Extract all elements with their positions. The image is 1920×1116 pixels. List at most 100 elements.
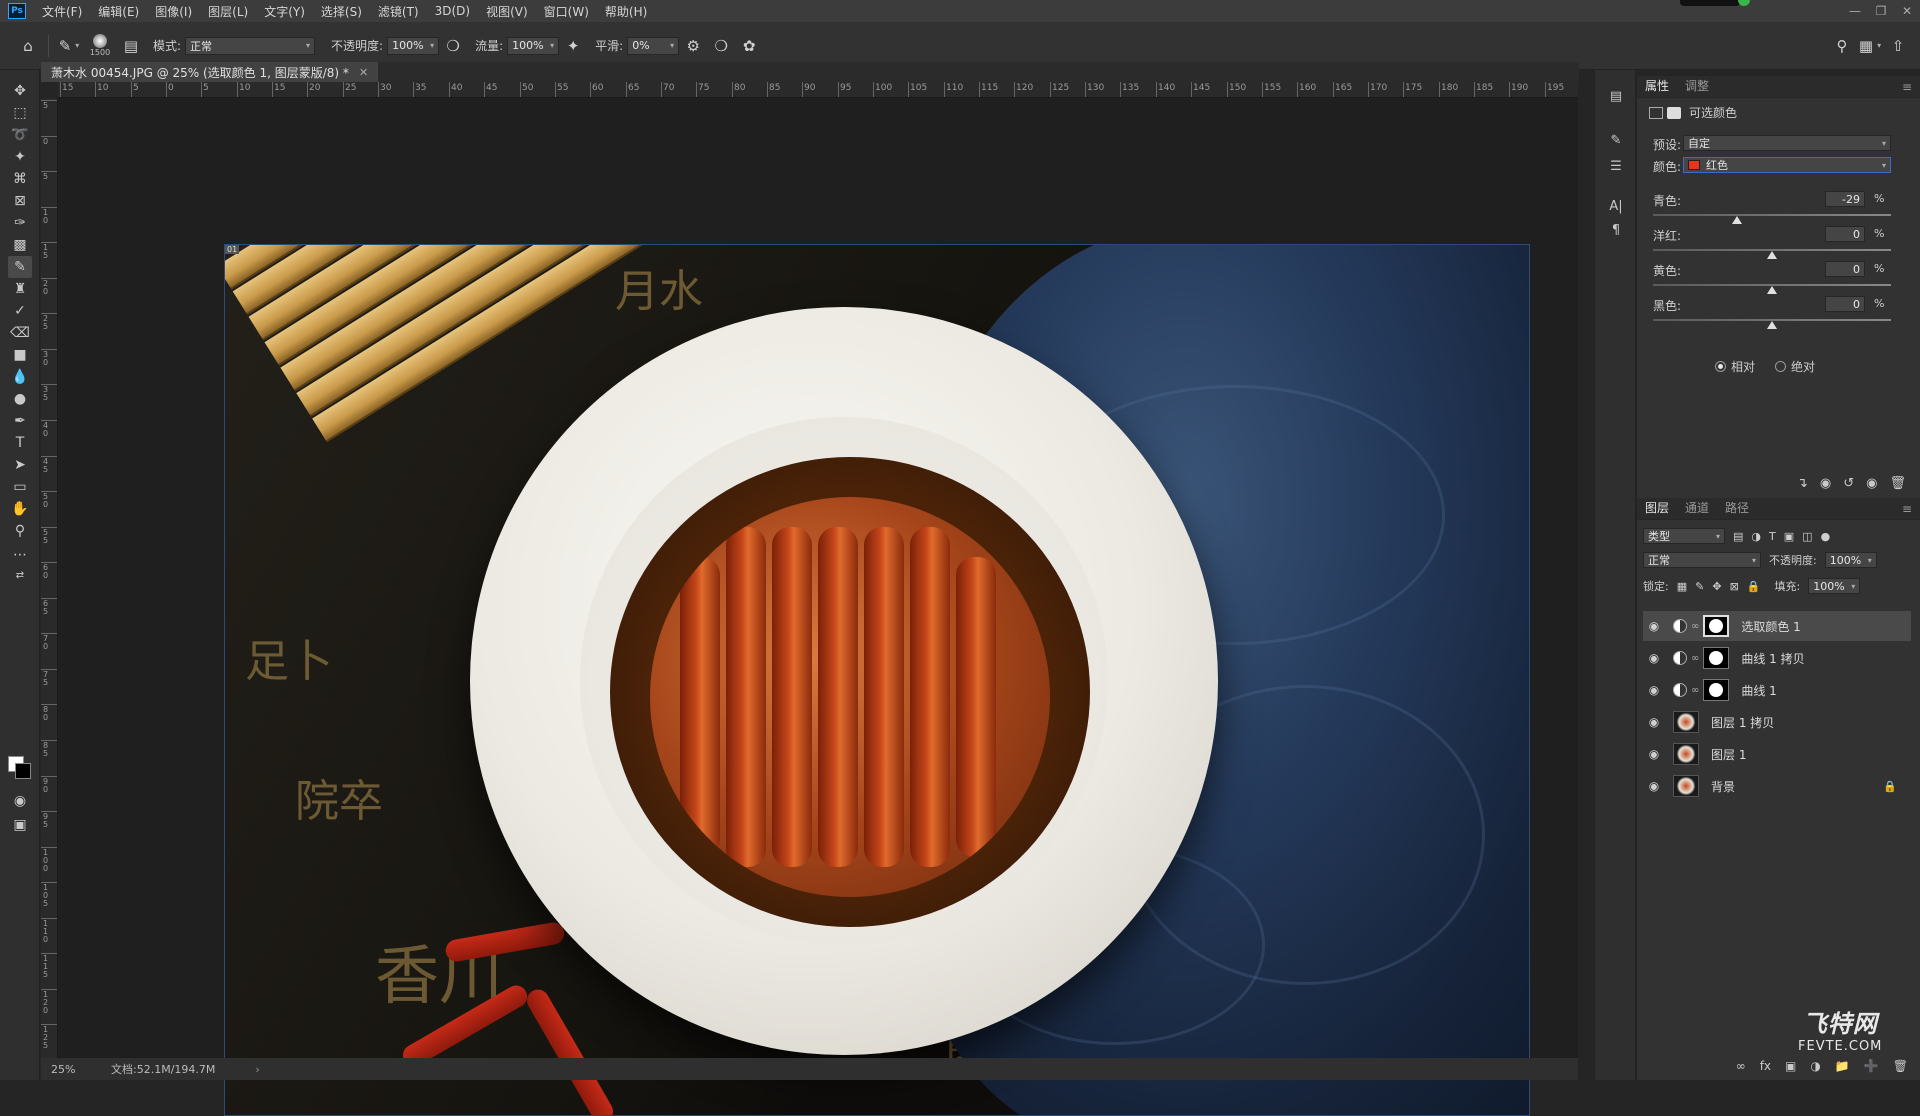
- close-icon[interactable]: ✕: [1894, 0, 1920, 22]
- filter-shape-icon[interactable]: ▣: [1784, 530, 1794, 543]
- layer-name[interactable]: 背景: [1711, 778, 1735, 795]
- layer-row[interactable]: ◉ ∞ 曲线 1 拷贝: [1643, 643, 1911, 673]
- airbrush-icon[interactable]: ✦: [559, 32, 587, 60]
- brush-settings-panel-icon[interactable]: ✎: [1606, 130, 1626, 150]
- slider-value-field[interactable]: -29: [1825, 191, 1865, 207]
- screen-mode-icon[interactable]: ▣: [8, 814, 32, 836]
- lasso-tool-icon[interactable]: ➰: [8, 124, 32, 146]
- panel-menu-icon[interactable]: ≡: [1894, 77, 1920, 97]
- tab-channels[interactable]: 通道: [1677, 496, 1717, 519]
- pressure-opacity-icon[interactable]: ❍: [439, 32, 467, 60]
- layer-row[interactable]: ◉ 图层 1 拷贝: [1643, 707, 1911, 737]
- frame-tool-icon[interactable]: ⊠: [8, 190, 32, 212]
- fill-field[interactable]: 100% ▾: [1808, 578, 1861, 594]
- add-mask-icon[interactable]: ▣: [1785, 1059, 1796, 1073]
- minimize-icon[interactable]: —: [1842, 0, 1868, 22]
- pressure-size-icon[interactable]: ❍: [707, 32, 735, 60]
- brush-tool-icon[interactable]: ✎: [8, 256, 32, 278]
- flow-field[interactable]: 100% ▾: [507, 36, 560, 55]
- slider-value-field[interactable]: 0: [1825, 261, 1865, 277]
- color-select[interactable]: 红色 ▾: [1683, 157, 1891, 173]
- tab-layers[interactable]: 图层: [1637, 496, 1677, 519]
- paragraph-panel-icon[interactable]: ¶: [1606, 220, 1626, 240]
- healing-brush-icon[interactable]: ▩: [8, 234, 32, 256]
- link-icon[interactable]: ∞: [1691, 685, 1699, 696]
- layer-thumbnail[interactable]: [1673, 775, 1699, 797]
- layer-name[interactable]: 曲线 1: [1741, 682, 1776, 699]
- opacity-field[interactable]: 100% ▾: [387, 36, 440, 55]
- close-tab-icon[interactable]: ✕: [359, 66, 368, 79]
- filter-toggle-icon[interactable]: ●: [1821, 530, 1831, 543]
- panel-menu-icon[interactable]: ≡: [1894, 499, 1920, 519]
- pen-tool-icon[interactable]: ✒: [8, 410, 32, 432]
- method-relative-radio[interactable]: 相对: [1715, 358, 1755, 375]
- share-icon[interactable]: ⇧: [1884, 32, 1912, 60]
- search-icon[interactable]: ⚲: [1828, 32, 1856, 60]
- move-tool-icon[interactable]: ✥: [8, 80, 32, 102]
- adjustments-panel-icon[interactable]: ☰: [1606, 156, 1626, 176]
- menu-view[interactable]: 视图(V): [478, 3, 536, 20]
- hand-tool-icon[interactable]: ✋: [8, 498, 32, 520]
- eye-icon[interactable]: ◉: [1643, 651, 1665, 665]
- view-previous-icon[interactable]: ◉: [1820, 476, 1831, 491]
- filter-pixel-icon[interactable]: ▤: [1733, 530, 1743, 543]
- menu-layer[interactable]: 图层(L): [200, 3, 256, 20]
- layer-row[interactable]: ◉ ∞ 曲线 1: [1643, 675, 1911, 705]
- tab-adjustments[interactable]: 调整: [1677, 74, 1717, 97]
- slider-thumb[interactable]: [1732, 216, 1742, 224]
- method-absolute-radio[interactable]: 绝对: [1775, 358, 1815, 375]
- menu-file[interactable]: 文件(F): [34, 3, 90, 20]
- home-icon[interactable]: ⌂: [14, 32, 42, 60]
- magic-wand-icon[interactable]: ✦: [8, 146, 32, 168]
- restore-icon[interactable]: ❐: [1868, 0, 1894, 22]
- clip-to-layer-icon[interactable]: ↴: [1797, 476, 1808, 491]
- background-color-swatch[interactable]: [15, 763, 31, 779]
- mode-select[interactable]: 正常 ▾: [185, 36, 316, 55]
- canvas-area[interactable]: 足卜 院卒 香川 月水 龍: [58, 98, 1578, 1116]
- path-select-icon[interactable]: ➤: [8, 454, 32, 476]
- quick-mask-icon[interactable]: ◉: [8, 790, 32, 812]
- new-layer-icon[interactable]: ➕: [1864, 1059, 1879, 1073]
- layer-mask-thumbnail[interactable]: [1703, 647, 1730, 669]
- slider-value-field[interactable]: 0: [1825, 226, 1865, 242]
- slider-track[interactable]: [1653, 214, 1891, 216]
- fx-icon[interactable]: fx: [1760, 1059, 1771, 1073]
- layer-row[interactable]: ◉ ∞ 选取颜色 1: [1643, 611, 1911, 641]
- new-adjustment-icon[interactable]: ◑: [1810, 1059, 1820, 1073]
- eye-icon[interactable]: ◉: [1643, 683, 1665, 697]
- reset-icon[interactable]: ↺: [1843, 476, 1854, 491]
- slider-value-field[interactable]: 0: [1825, 296, 1865, 312]
- history-panel-icon[interactable]: ▤: [1606, 86, 1626, 106]
- dodge-tool-icon[interactable]: ●: [8, 388, 32, 410]
- crop-tool-icon[interactable]: ⌘: [8, 168, 32, 190]
- lock-artboard-icon[interactable]: ⊠: [1730, 580, 1739, 593]
- brush-tool-icon[interactable]: ✎ ▾: [55, 32, 83, 60]
- menu-3d[interactable]: 3D(D): [427, 4, 478, 18]
- menu-select[interactable]: 选择(S): [313, 3, 370, 20]
- eye-icon[interactable]: ◉: [1643, 779, 1665, 793]
- lock-all-icon[interactable]: 🔒: [1747, 580, 1761, 593]
- link-icon[interactable]: ∞: [1691, 621, 1699, 632]
- lock-transparent-icon[interactable]: ▦: [1677, 580, 1687, 593]
- workspace-icon[interactable]: ▦ ▾: [1856, 32, 1884, 60]
- document-tab[interactable]: 萧木水 00454.JPG @ 25% (选取颜色 1, 图层蒙版/8) * ✕: [41, 62, 379, 82]
- layer-name[interactable]: 曲线 1 拷贝: [1741, 650, 1804, 667]
- menu-edit[interactable]: 编辑(E): [90, 3, 147, 20]
- document-image[interactable]: 足卜 院卒 香川 月水 龍: [224, 244, 1530, 1116]
- layer-name[interactable]: 图层 1: [1711, 746, 1746, 763]
- layer-mask-thumbnail[interactable]: [1703, 679, 1730, 701]
- filter-type-icon[interactable]: T: [1769, 530, 1776, 543]
- eraser-icon[interactable]: ⌫: [8, 322, 32, 344]
- zoom-tool-icon[interactable]: ⚲: [8, 520, 32, 542]
- layer-thumbnail[interactable]: [1673, 743, 1699, 765]
- character-panel-icon[interactable]: A|: [1606, 196, 1626, 216]
- new-group-icon[interactable]: 📁: [1835, 1059, 1850, 1073]
- shape-tool-icon[interactable]: ▭: [8, 476, 32, 498]
- swap-colors-icon[interactable]: ⇄: [8, 564, 32, 586]
- lock-image-icon[interactable]: ✎: [1695, 580, 1704, 593]
- visibility-toggle-icon[interactable]: ◉: [1866, 476, 1877, 491]
- layer-filter-select[interactable]: 类型 ▾: [1643, 528, 1725, 544]
- layer-mask-thumbnail[interactable]: [1703, 615, 1730, 637]
- layer-opacity-field[interactable]: 100% ▾: [1824, 552, 1877, 568]
- history-brush-icon[interactable]: ✓: [8, 300, 32, 322]
